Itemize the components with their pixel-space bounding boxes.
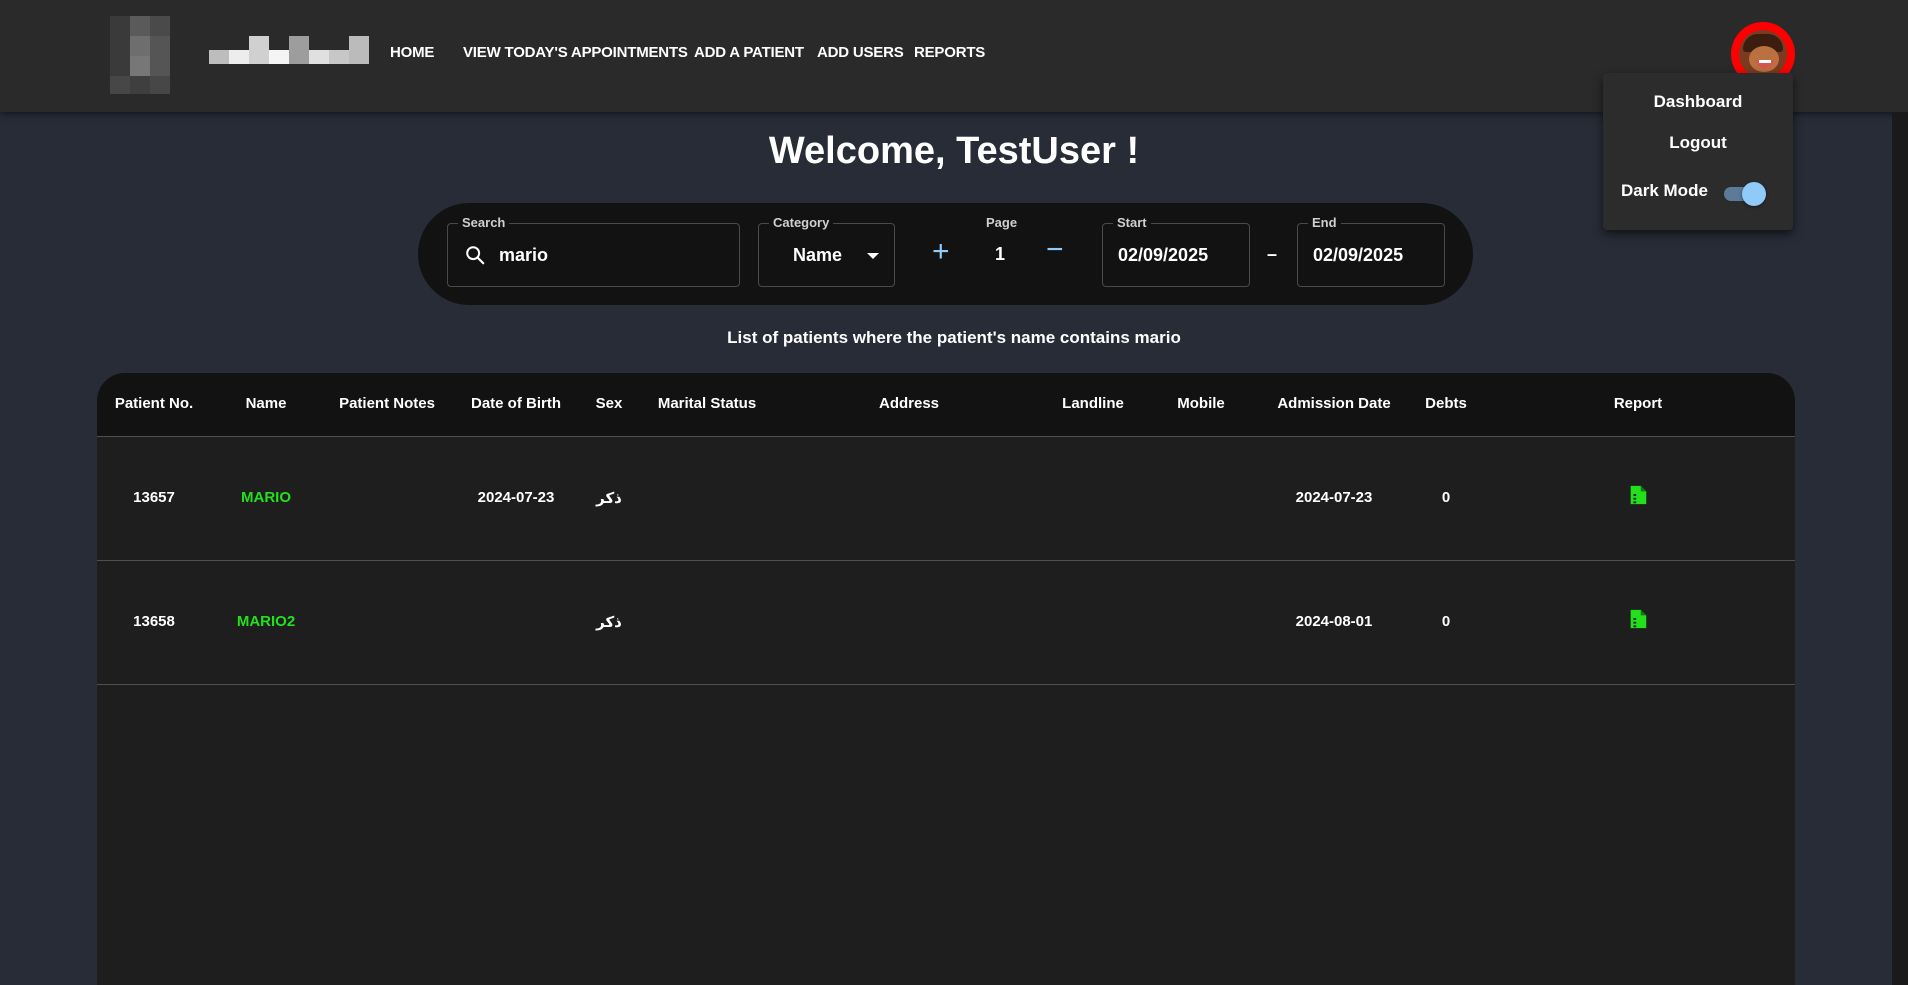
search-icon [464,244,488,268]
patients-table: Patient No. Name Patient Notes Date of B… [97,373,1795,985]
col-header-address[interactable]: Address [879,395,939,412]
nav-link-todays-appointments[interactable]: VIEW TODAY'S APPOINTMENTS [463,44,688,61]
col-header-mobile[interactable]: Mobile [1177,395,1225,412]
avatar-image [1739,30,1787,78]
search-field-label: Search [458,215,510,230]
report-file-icon[interactable] [1627,608,1649,630]
list-description: List of patients where the patient's nam… [727,328,1181,347]
end-date-field[interactable]: End 02/09/2025 [1297,215,1445,287]
cell-debts: 0 [1441,613,1451,630]
report-file-icon[interactable] [1627,484,1649,506]
category-value: Name [793,245,843,265]
app-logo[interactable] [110,16,370,94]
search-input[interactable]: mario [499,245,548,266]
end-date-label: End [1308,215,1341,230]
page-label: Page [986,215,1018,230]
filter-bar: Search mario Category Name + Page 1 − St… [418,203,1473,305]
menu-item-dashboard[interactable]: Dashboard [1603,92,1793,112]
scrollbar-track[interactable] [1892,112,1908,985]
table-header: Patient No. Name Patient Notes Date of B… [97,373,1795,437]
welcome-heading: Welcome, TestUser ! [768,130,1140,172]
nav-link-add-users[interactable]: ADD USERS [817,44,904,61]
col-header-date-of-birth[interactable]: Date of Birth [471,395,561,412]
page-value: 1 [995,244,1006,264]
cell-patient-no: 13658 [133,613,175,630]
cell-admission-date: 2024-07-23 [1295,489,1373,506]
date-range-separator: – [1267,244,1278,264]
col-header-report[interactable]: Report [1614,395,1662,412]
cell-date-of-birth: 2024-07-23 [477,489,555,506]
col-header-landline[interactable]: Landline [1062,395,1124,412]
col-header-admission-date[interactable]: Admission Date [1277,395,1390,412]
cell-sex: ذكر [596,614,622,631]
cell-sex: ذكر [596,490,622,507]
start-date-field[interactable]: Start 02/09/2025 [1102,215,1250,287]
end-date-input[interactable]: 02/09/2025 [1313,245,1403,266]
start-date-input[interactable]: 02/09/2025 [1118,245,1208,266]
page-decrement-button[interactable]: − [1046,235,1064,265]
col-header-name[interactable]: Name [246,395,287,412]
category-label: Category [769,215,834,230]
page-increment-button[interactable]: + [932,237,950,267]
nav-link-reports[interactable]: REPORTS [914,44,985,61]
table-row[interactable]: 13658 MARIO2 ذكر 2024-08-01 0 [97,561,1795,685]
dark-mode-toggle[interactable] [1722,182,1766,206]
nav-link-home[interactable]: HOME [390,44,434,61]
start-date-label: Start [1113,215,1151,230]
cell-admission-date: 2024-08-01 [1295,613,1373,630]
category-select[interactable]: Category Name [758,215,895,287]
col-header-sex[interactable]: Sex [596,395,623,412]
col-header-marital-status[interactable]: Marital Status [658,395,756,412]
nav-link-add-patient[interactable]: ADD A PATIENT [694,44,804,61]
chevron-down-icon [867,253,879,259]
cell-name-link[interactable]: MARIO2 [237,613,295,630]
search-field[interactable]: Search mario [447,215,740,287]
col-header-patient-notes[interactable]: Patient Notes [339,395,435,412]
col-header-debts[interactable]: Debts [1425,395,1467,412]
cell-debts: 0 [1441,489,1451,506]
col-header-patient-no[interactable]: Patient No. [115,395,193,412]
dark-mode-label: Dark Mode [1621,181,1708,200]
toggle-knob [1742,182,1766,206]
table-row[interactable]: 13657 MARIO 2024-07-23 ذكر 2024-07-23 0 [97,437,1795,561]
cell-patient-no: 13657 [133,489,175,506]
cell-name-link[interactable]: MARIO [241,489,291,506]
